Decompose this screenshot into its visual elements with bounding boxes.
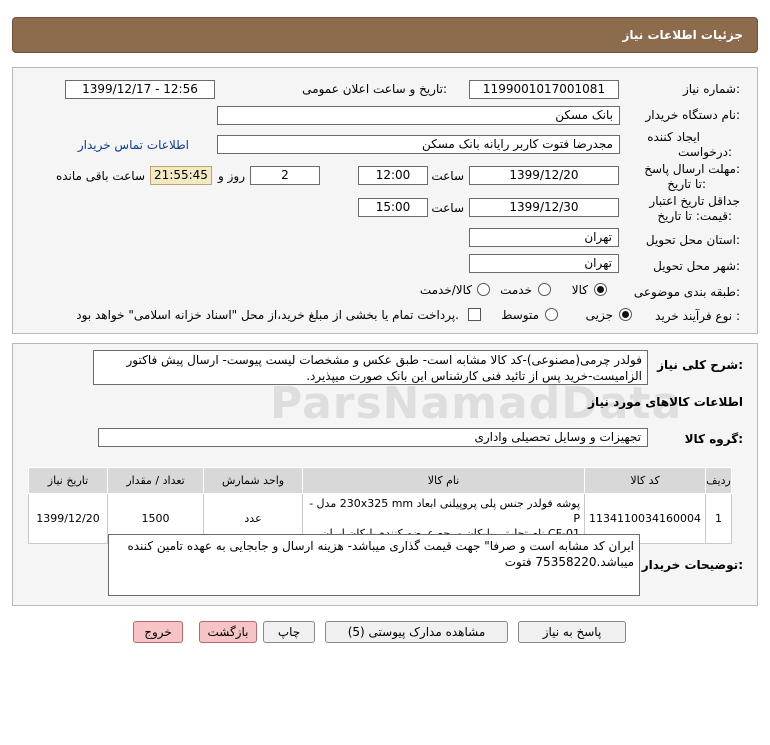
table-header-row: ردیف کد کالا نام کالا واحد شمارش تعداد /…: [27, 467, 732, 494]
validity-time-label: ساعت: [431, 201, 464, 215]
buyer-notes-box: ایران کد مشابه است و صرفا" جهت قیمت گذار…: [108, 534, 640, 596]
requester-label-1: ایجاد کننده: [647, 130, 700, 144]
col-qty: تعداد / مقدار: [107, 467, 205, 494]
goods-group-field: تجهیزات و وسایل تحصیلی واداری: [98, 428, 648, 447]
page-title: جزئیات اطلاعات نیاز: [622, 28, 743, 42]
items-table: ردیف کد کالا نام کالا واحد شمارش تعداد /…: [27, 467, 732, 544]
cell-date: 1399/12/20: [27, 493, 109, 544]
print-button[interactable]: چاپ: [263, 621, 315, 643]
category-option-goods: کالا: [571, 283, 588, 297]
remaining-time-field: 21:55:45: [150, 166, 212, 185]
col-row: ردیف: [705, 467, 732, 494]
treasury-payment-checkbox[interactable]: [468, 308, 481, 321]
exit-button[interactable]: خروج: [133, 621, 183, 643]
col-date: تاریخ نیاز: [27, 467, 109, 494]
deadline-label-1: مهلت ارسال پاسخ:: [644, 162, 740, 176]
goods-group-label: گروه کالا:: [684, 432, 743, 446]
city-label: شهر محل تحویل:: [653, 259, 740, 273]
reply-button[interactable]: پاسخ به نیاز: [518, 621, 626, 643]
description-box: فولدر چرمی(مصنوعی)-کد کالا مشابه است- طب…: [93, 350, 648, 385]
purchase-option-medium: متوسط: [501, 308, 539, 322]
need-number-label: شماره نیاز:: [682, 82, 740, 96]
buyer-notes-label: توضیحات خریدار:: [641, 558, 743, 572]
city-field: تهران: [469, 254, 619, 273]
buyer-org-label: نام دستگاه خریدار:: [645, 108, 741, 122]
deadline-time-field: 12:00: [358, 166, 428, 185]
category-radio-goods-service[interactable]: [477, 283, 490, 296]
validity-label-2: قیمت: تا تاریخ:: [657, 209, 732, 223]
validity-date-field: 1399/12/30: [469, 198, 619, 217]
deadline-time-label: ساعت: [431, 169, 464, 183]
validity-label-1: جداقل تاریخ اعتبار: [649, 194, 740, 208]
province-field: تهران: [469, 228, 619, 247]
days-label: روز و: [218, 169, 245, 183]
back-button[interactable]: بازگشت: [199, 621, 257, 643]
attachments-button[interactable]: مشاهده مدارک پیوستی (5): [325, 621, 508, 643]
requester-label-2: درخواست:: [678, 145, 732, 159]
category-option-service: خدمت: [500, 283, 532, 297]
remaining-label: ساعت باقی مانده: [55, 169, 145, 183]
purchase-option-minor: جزیی: [585, 308, 613, 322]
items-table-wrap: ردیف کد کالا نام کالا واحد شمارش تعداد /…: [27, 467, 732, 544]
treasury-payment-note: پرداخت تمام یا بخشی از مبلغ خرید،از محل …: [76, 308, 459, 322]
col-code: کد کالا: [584, 467, 706, 494]
validity-time-field: 15:00: [358, 198, 428, 217]
col-name: نام کالا: [302, 467, 586, 494]
purchase-radio-medium[interactable]: [545, 308, 558, 321]
requester-field: مجدرضا فتوت کاربر رایانه بانک مسکن: [217, 135, 620, 154]
col-unit: واحد شمارش: [203, 467, 304, 494]
goods-info-title: اطلاعات کالاهای مورد نیاز: [588, 395, 743, 409]
cell-row: 1: [705, 493, 732, 544]
category-radio-service[interactable]: [538, 283, 551, 296]
category-option-goods-service: کالا/خدمت: [419, 283, 472, 297]
need-number-field: 1199001017001081: [469, 80, 619, 99]
purchase-radio-minor[interactable]: [619, 308, 632, 321]
cell-name-line1: پوشه فولدر جنس پلی پروپیلنی ابعاد 230x32…: [309, 497, 581, 525]
deadline-label-2: تا تاریخ:: [667, 177, 706, 191]
category-label: طبقه بندی موضوعی:: [633, 285, 740, 299]
buyer-contact-link[interactable]: اطلاعات تماس خریدار: [78, 138, 189, 152]
days-field: 2: [250, 166, 320, 185]
announce-field: 1399/12/17 - 12:56: [65, 80, 215, 99]
province-label: استان محل تحویل:: [645, 233, 740, 247]
announce-label: تاریخ و ساعت اعلان عمومی:: [302, 82, 447, 96]
category-radio-goods[interactable]: [594, 283, 607, 296]
page-header: جزئیات اطلاعات نیاز: [12, 17, 758, 53]
deadline-date-field: 1399/12/20: [469, 166, 619, 185]
buyer-org-field: بانک مسکن: [217, 106, 620, 125]
description-label: شرح کلی نیاز:: [657, 358, 743, 372]
purchase-type-label: نوع فرآیند خرید :: [655, 309, 740, 323]
